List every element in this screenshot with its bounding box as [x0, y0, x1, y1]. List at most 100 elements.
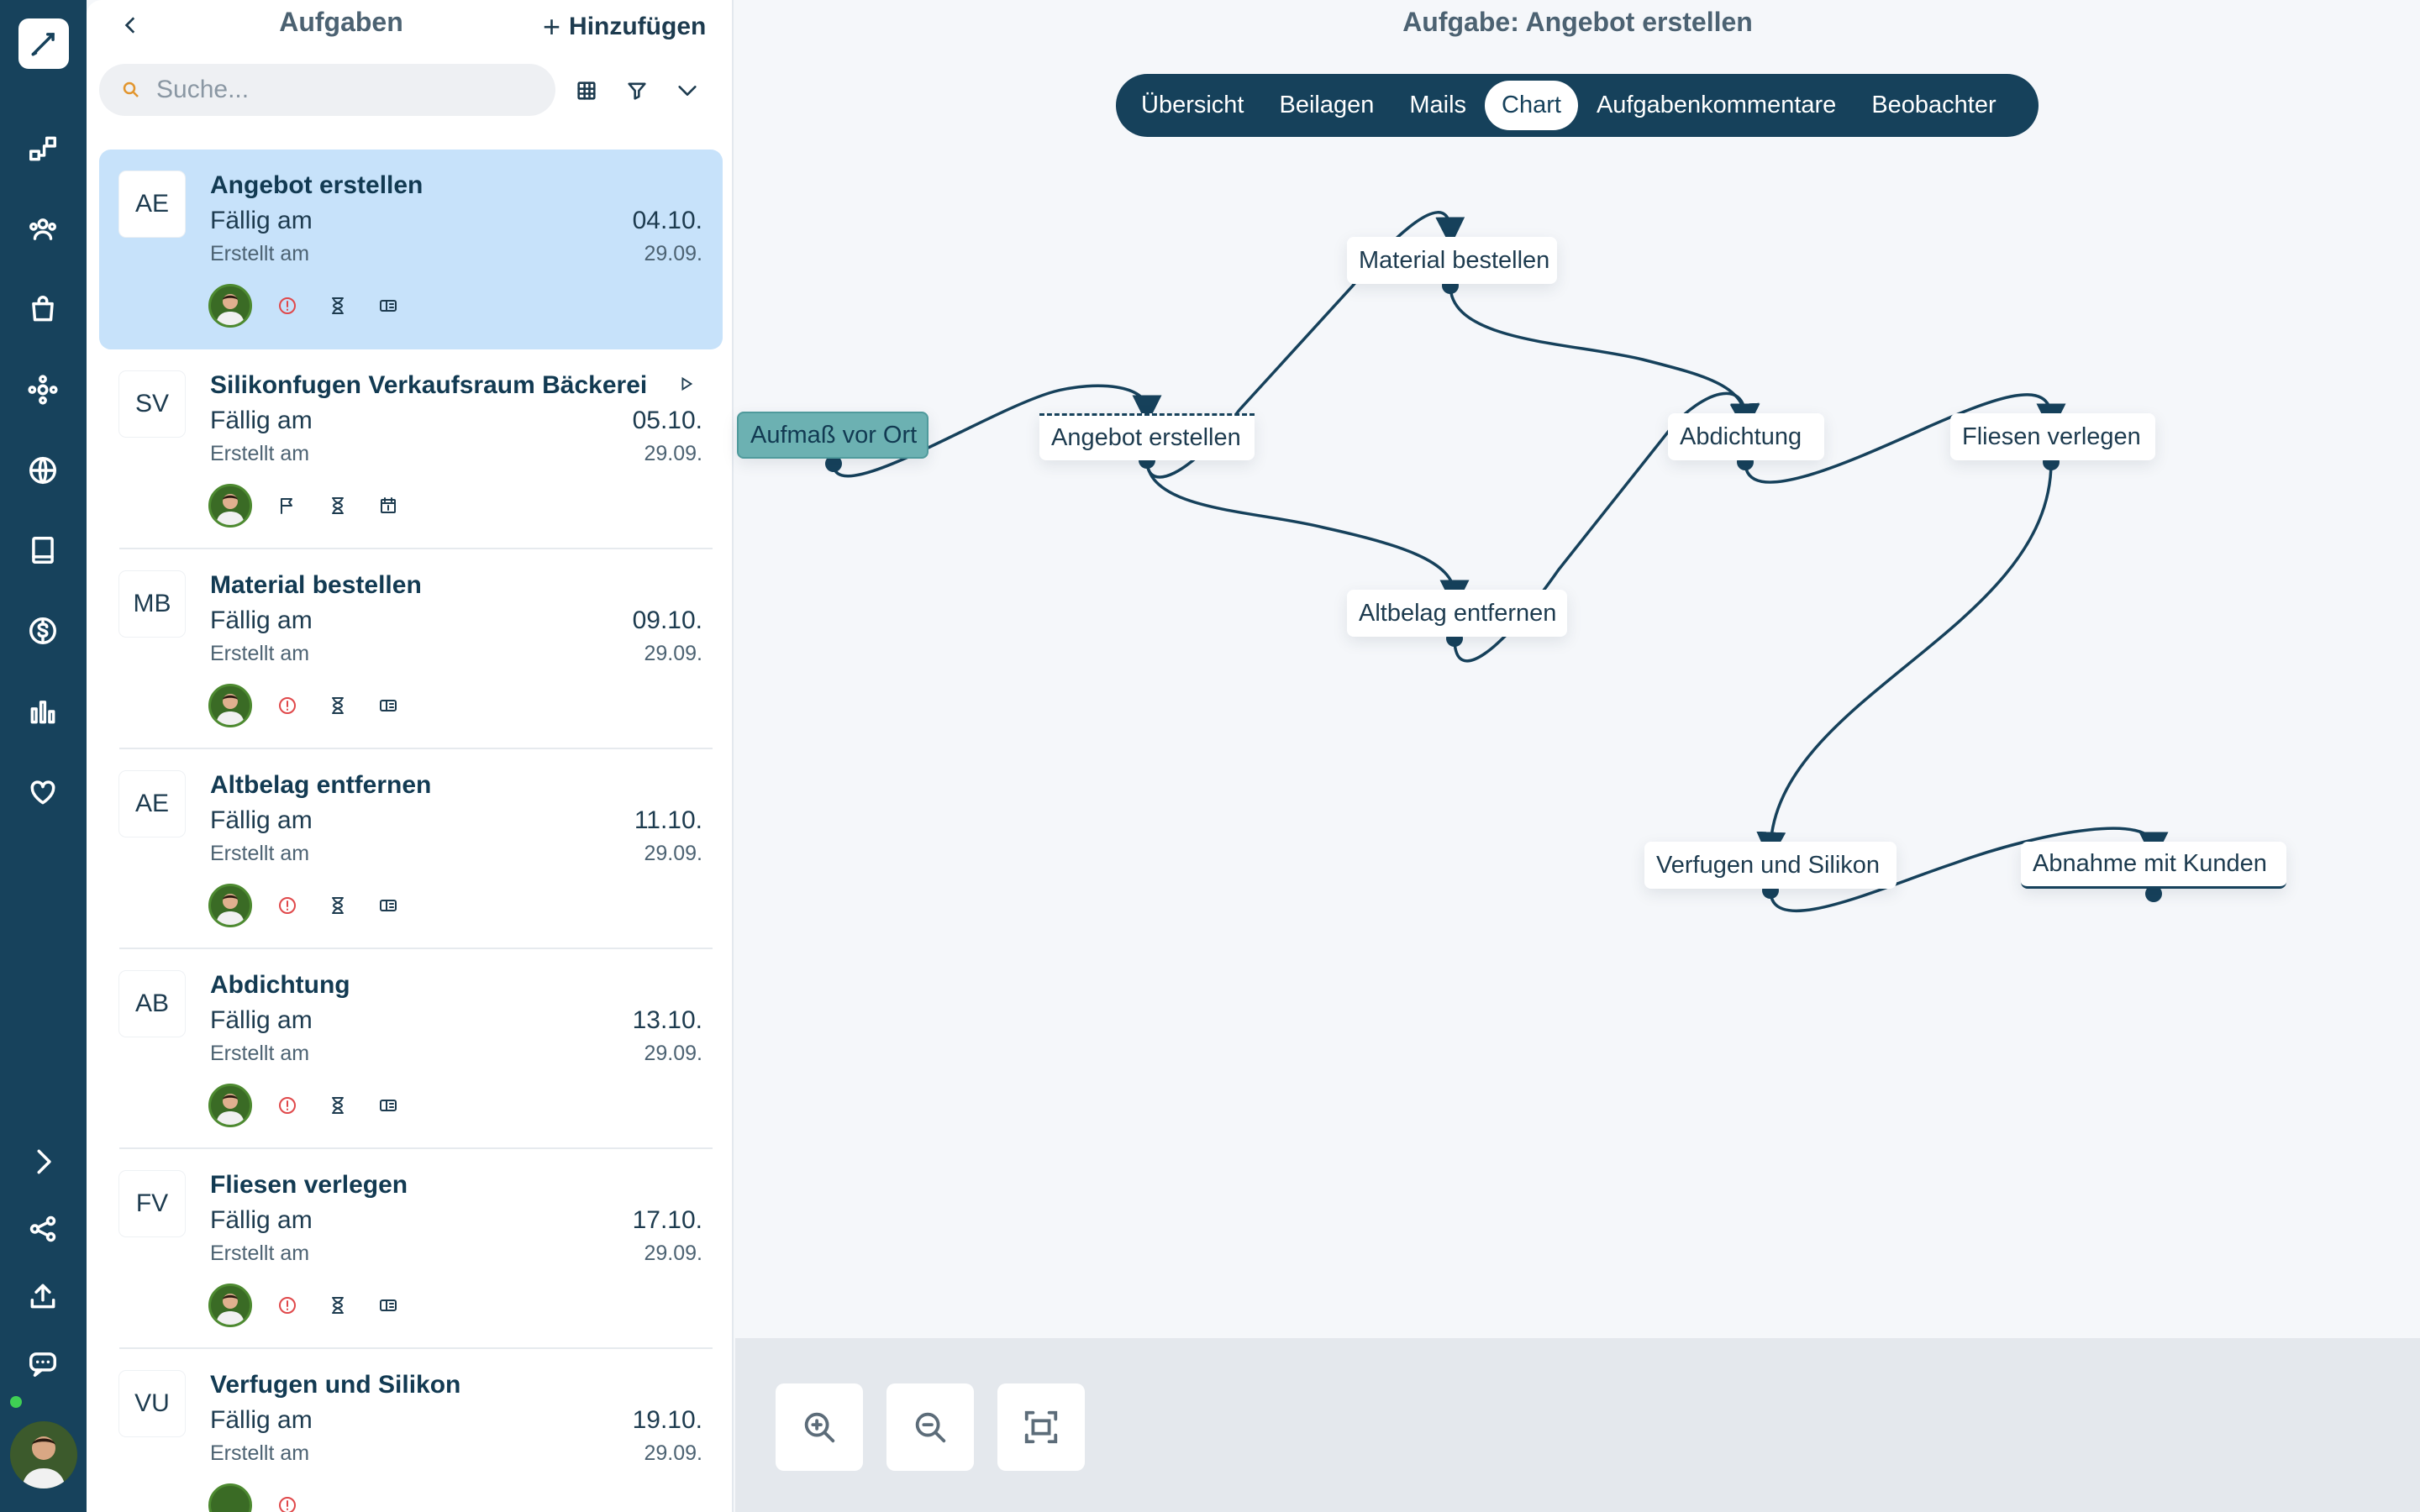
assignee-avatar — [208, 684, 252, 727]
task-meta-icons — [208, 1284, 424, 1327]
edge-fliesen-verfugen — [1756, 461, 2053, 862]
due-date: 09.10. — [632, 606, 702, 634]
hourglass-icon — [323, 491, 353, 521]
checklist-icon — [373, 291, 403, 321]
dollar-icon[interactable] — [22, 610, 64, 652]
hourglass-icon — [323, 1290, 353, 1320]
tab-chart[interactable]: Chart — [1485, 81, 1578, 130]
chevron-right-icon[interactable] — [22, 1141, 64, 1183]
due-label: Fällig am — [210, 606, 313, 634]
task-item[interactable]: VU Verfugen und Silikon Fällig am 19.10.… — [99, 1349, 723, 1512]
created-date: 29.09. — [644, 242, 702, 265]
zoom-toolbar — [735, 1338, 2420, 1512]
task-item[interactable]: AE Angebot erstellen Fällig am 04.10. Er… — [99, 150, 723, 349]
book-icon[interactable] — [22, 529, 64, 571]
assignee-avatar — [208, 884, 252, 927]
created-date: 29.09. — [644, 442, 702, 465]
due-label: Fällig am — [210, 1006, 313, 1034]
node-fliesen[interactable]: Fliesen verlegen — [1950, 413, 2155, 460]
search-bar[interactable] — [99, 64, 555, 116]
due-date: 13.10. — [632, 1006, 702, 1034]
fit-view-button[interactable] — [997, 1383, 1085, 1471]
node-angebot[interactable]: Angebot erstellen — [1039, 413, 1255, 460]
chevron-down-icon[interactable] — [671, 74, 704, 108]
globe-icon[interactable] — [22, 449, 64, 491]
hourglass-icon — [323, 690, 353, 721]
task-item[interactable]: AE Altbelag entfernen Fällig am 11.10. E… — [99, 749, 723, 949]
checklist-icon — [373, 1290, 403, 1320]
search-input[interactable] — [156, 76, 526, 104]
tab-bar: Übersicht Beilagen Mails Chart Aufgabenk… — [1116, 74, 2039, 137]
task-initials: SV — [119, 371, 185, 437]
task-meta-icons — [208, 1483, 323, 1512]
bar-chart-icon[interactable] — [22, 690, 64, 732]
panel-title: Aufgaben — [279, 7, 403, 37]
flow-edges — [825, 211, 2169, 912]
hourglass-icon — [323, 890, 353, 921]
created-date: 29.09. — [644, 1441, 702, 1465]
priority-alert-icon — [272, 291, 302, 321]
created-date: 29.09. — [644, 1042, 702, 1065]
fit-view-icon — [1024, 1410, 1058, 1444]
node-abdichtung[interactable]: Abdichtung — [1668, 413, 1824, 460]
priority-alert-icon — [272, 1490, 302, 1512]
flow-chart-canvas[interactable]: Aufmaß vor Ort Angebot erstellen Materia… — [735, 158, 2420, 1338]
chat-icon[interactable] — [22, 1342, 64, 1384]
task-meta-icons — [208, 684, 424, 727]
tab-watchers[interactable]: Beobachter — [1854, 81, 2012, 130]
task-initials: AB — [119, 971, 185, 1037]
node-abnahme[interactable]: Abnahme mit Kunden — [2021, 842, 2286, 889]
zoom-in-button[interactable] — [776, 1383, 863, 1471]
hourglass-icon — [323, 291, 353, 321]
task-item[interactable]: SV Silikonfugen Verkaufsraum Bäckerei Fä… — [99, 349, 723, 549]
user-avatar[interactable] — [10, 1421, 77, 1488]
filter-icon[interactable] — [620, 74, 654, 108]
tab-mails[interactable]: Mails — [1392, 81, 1483, 130]
add-task-button[interactable]: + Hinzufügen — [543, 10, 706, 44]
add-task-label: Hinzufügen — [569, 13, 707, 40]
team-icon[interactable] — [22, 208, 64, 250]
node-altbelag[interactable]: Altbelag entfernen — [1347, 590, 1567, 637]
created-date: 29.09. — [644, 642, 702, 665]
table-view-icon[interactable] — [570, 74, 603, 108]
zoom-in-icon — [804, 1412, 835, 1443]
task-item[interactable]: MB Material bestellen Fällig am 09.10. E… — [99, 549, 723, 749]
calendar-icon — [373, 491, 403, 521]
due-label: Fällig am — [210, 207, 313, 234]
task-meta-icons — [208, 484, 424, 528]
task-item[interactable]: FV Fliesen verlegen Fällig am 17.10. Ers… — [99, 1149, 723, 1349]
plus-icon: + — [543, 9, 561, 44]
task-title: Material bestellen — [210, 571, 422, 599]
app-rail — [0, 0, 87, 1512]
brush-icon[interactable] — [18, 18, 69, 69]
task-item[interactable]: AB Abdichtung Fällig am 13.10. Erstellt … — [99, 949, 723, 1149]
task-title: Verfugen und Silikon — [210, 1371, 461, 1399]
created-label: Erstellt am — [210, 1441, 310, 1465]
priority-alert-icon — [272, 890, 302, 921]
node-aufmass[interactable]: Aufmaß vor Ort — [737, 412, 929, 459]
due-label: Fällig am — [210, 407, 313, 434]
node-verfugen[interactable]: Verfugen und Silikon — [1644, 842, 1897, 889]
edge-angebot-altbelag — [1145, 461, 1470, 610]
checklist-icon — [373, 890, 403, 921]
play-icon[interactable] — [677, 375, 701, 398]
due-label: Fällig am — [210, 1406, 313, 1434]
tab-attachments[interactable]: Beilagen — [1263, 81, 1392, 130]
panel-header: Aufgaben + Hinzufügen — [89, 0, 736, 50]
task-title: Altbelag entfernen — [210, 771, 432, 799]
tab-task-comments[interactable]: Aufgabenkommentare — [1580, 81, 1853, 130]
heart-icon[interactable] — [22, 771, 64, 813]
share-icon[interactable] — [22, 1208, 64, 1250]
edge-material-abdichtung — [1449, 285, 1760, 433]
due-label: Fällig am — [210, 1206, 313, 1234]
chevron-left-icon — [124, 17, 135, 34]
bag-icon[interactable] — [22, 288, 64, 330]
upload-icon[interactable] — [22, 1275, 64, 1317]
workflow-icon[interactable] — [22, 128, 64, 170]
network-icon[interactable] — [22, 369, 64, 411]
zoom-out-button[interactable] — [886, 1383, 974, 1471]
assignee-avatar — [208, 1284, 252, 1327]
tab-overview[interactable]: Übersicht — [1124, 81, 1261, 130]
back-button[interactable] — [114, 8, 148, 42]
node-material[interactable]: Material bestellen — [1347, 237, 1557, 284]
